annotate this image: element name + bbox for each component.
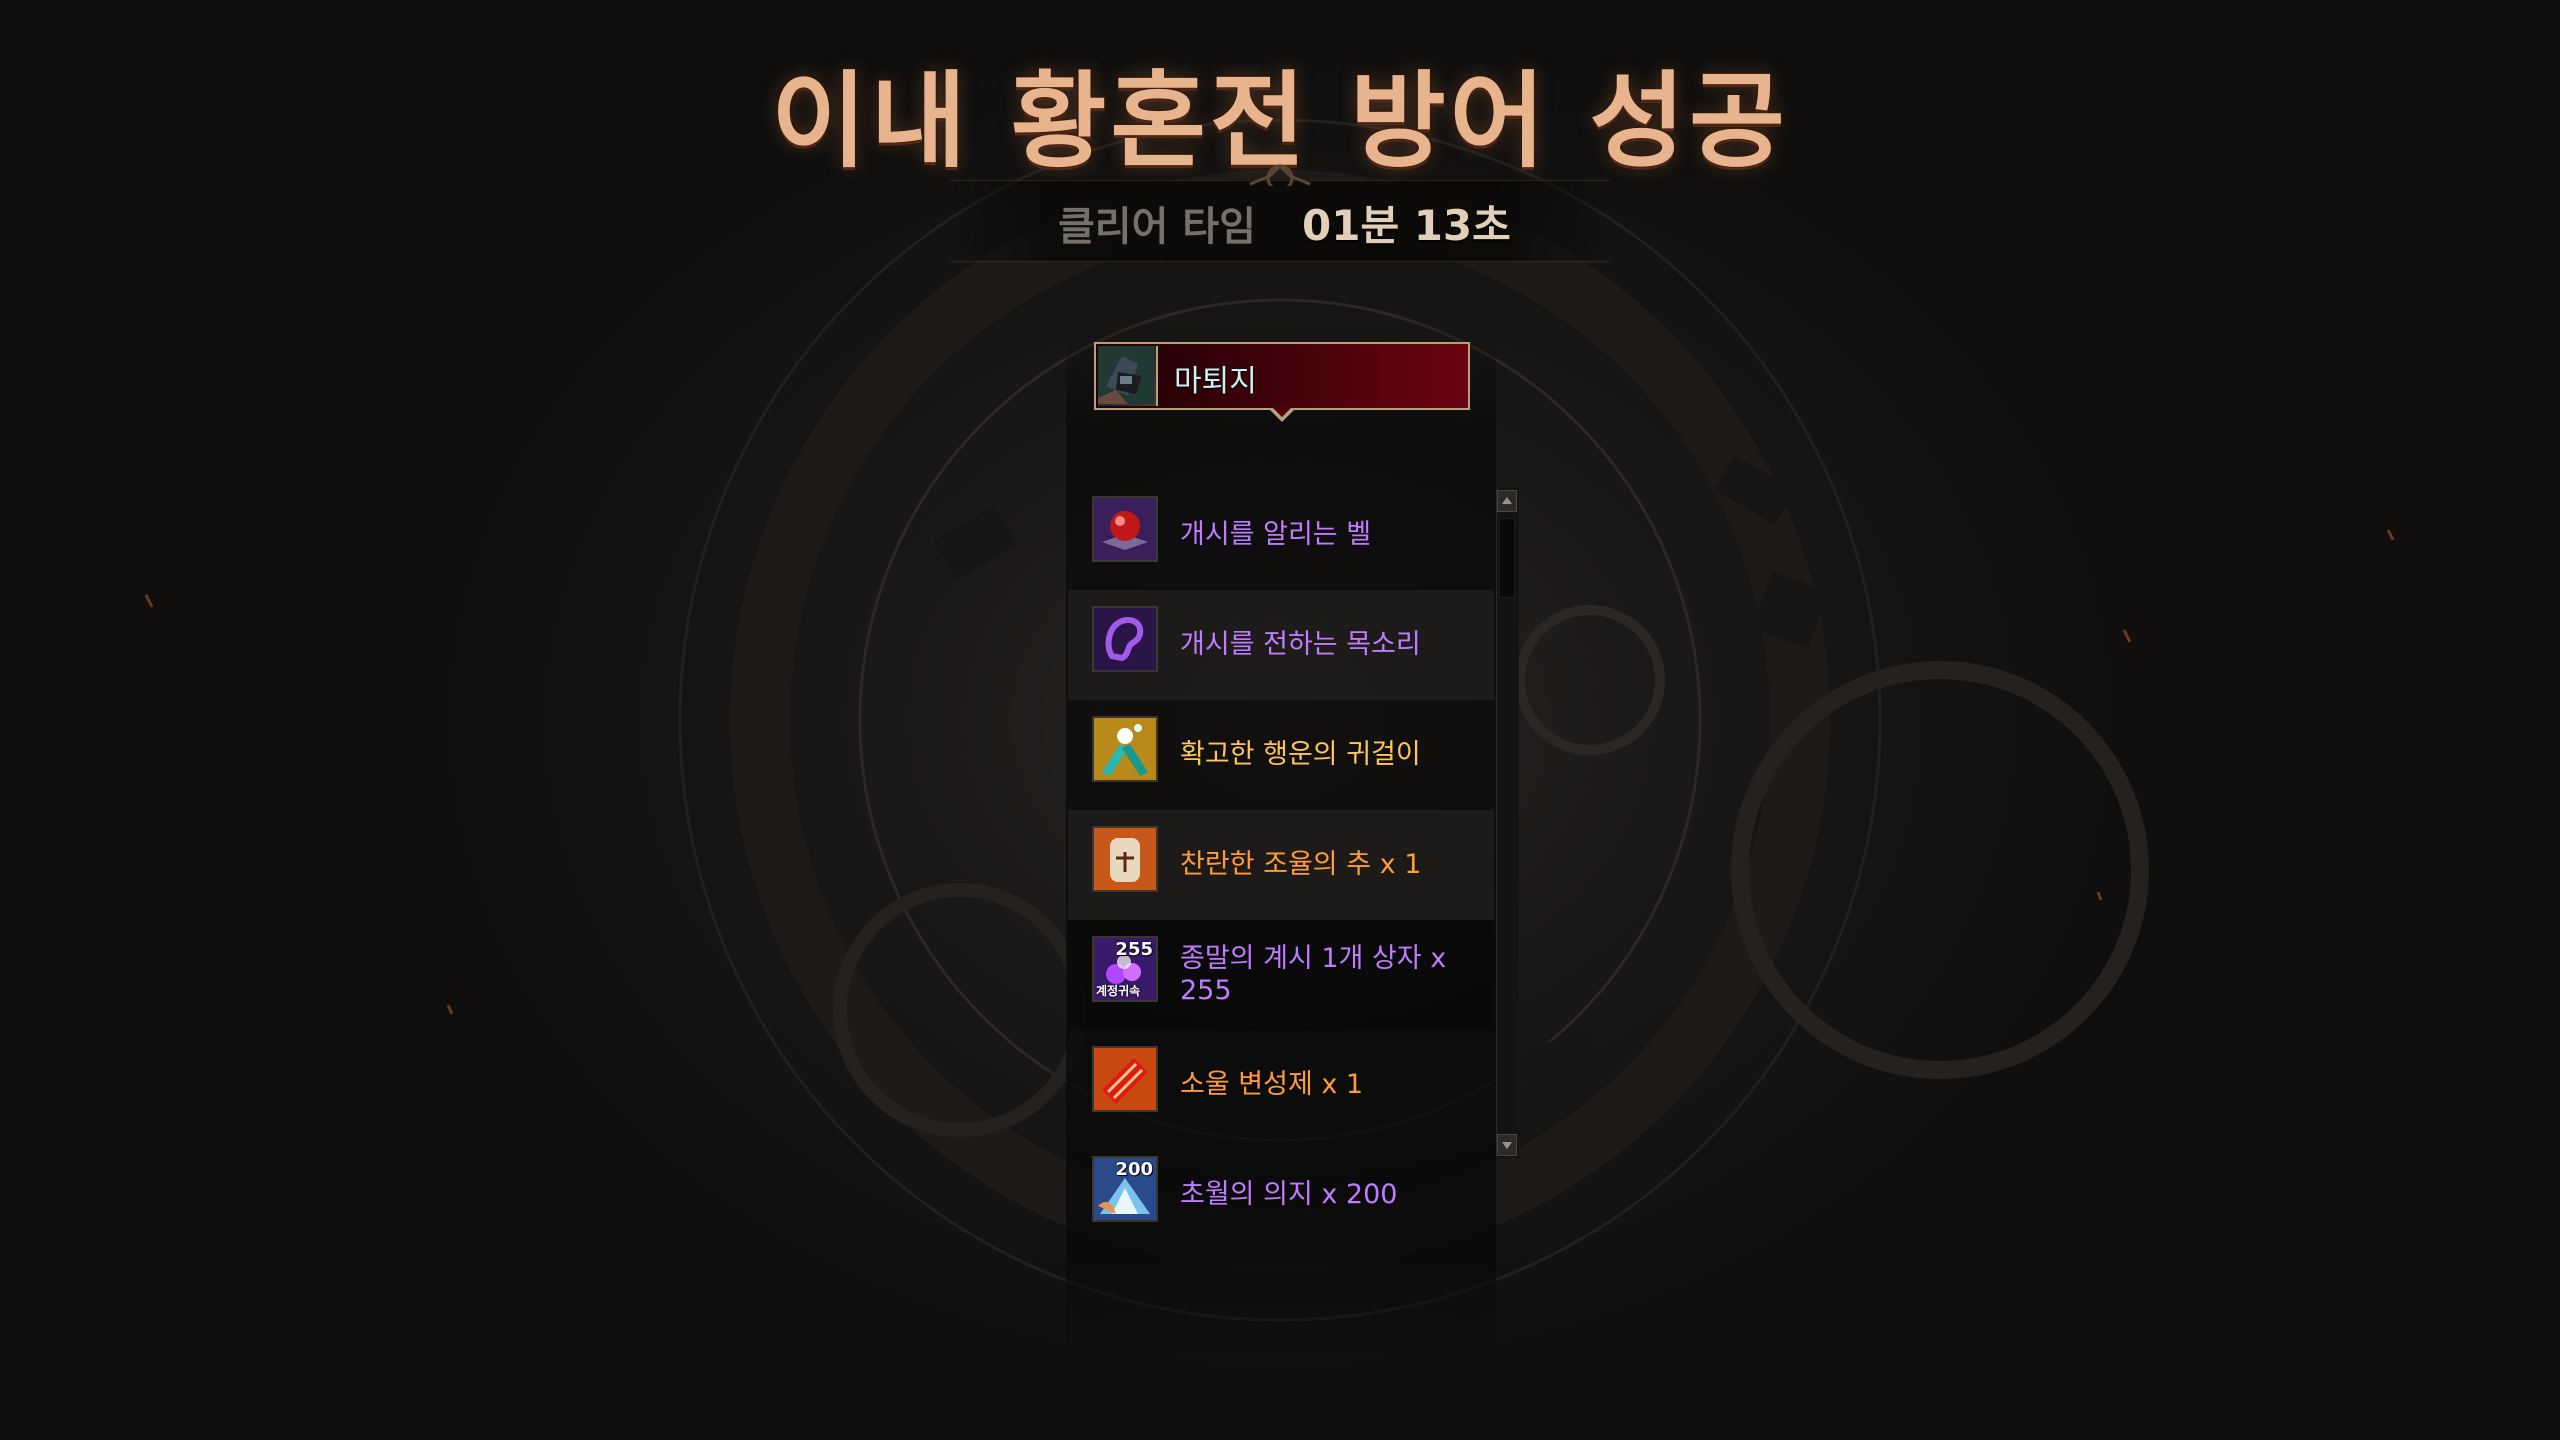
result-screen: 이내 황혼전 방어 성공 클리어 타임 01분 13초 마퇴지 개시를 알리는 … <box>0 0 2560 1440</box>
fly-earring-icon <box>1092 716 1158 782</box>
item-count-badge: 255 <box>1115 939 1153 960</box>
red-scroll-icon <box>1092 1046 1158 1112</box>
list-item[interactable]: 찬란한 조율의 추 x 1 <box>1068 810 1494 920</box>
ornament-icon <box>1249 163 1311 186</box>
blue-light-icon: 200 <box>1092 1156 1158 1222</box>
reward-label: 종말의 계시 1개 상자 x 255 <box>1180 943 1447 1006</box>
reward-label: 개시를 알리는 벨 <box>1180 519 1372 550</box>
reward-label: 소울 변성제 x 1 <box>1180 1069 1364 1100</box>
player-portrait-icon <box>1098 346 1158 406</box>
player-name: 마퇴지 <box>1174 364 1257 399</box>
clear-time-value: 01분 13초 <box>1302 201 1511 250</box>
reward-list[interactable]: 개시를 알리는 벨 개시를 전하는 목소리 확고한 행운의 귀걸이 찬란한 조율… <box>1068 480 1494 1240</box>
list-item[interactable]: 255 계정귀속 종말의 계시 1개 상자 x 255 <box>1068 920 1494 1030</box>
reward-label: 초월의 의지 x 200 <box>1180 1179 1398 1210</box>
red-orb-bell-icon <box>1092 496 1158 562</box>
item-count-badge: 200 <box>1115 1159 1153 1180</box>
reward-label: 찬란한 조율의 추 x 1 <box>1180 849 1422 880</box>
reward-label: 확고한 행운의 귀걸이 <box>1180 739 1421 770</box>
purple-gem-box-icon: 255 계정귀속 <box>1092 936 1158 1002</box>
purple-ear-voice-icon <box>1092 606 1158 672</box>
scroll-up-button[interactable] <box>1497 490 1517 512</box>
clear-time-label: 클리어 타임 <box>1058 204 1256 250</box>
clear-time-banner <box>950 180 1610 262</box>
account-bound-tag: 계정귀속 <box>1096 984 1141 998</box>
list-item[interactable]: 확고한 행운의 귀걸이 <box>1068 700 1494 810</box>
list-item[interactable]: 소울 변성제 x 1 <box>1068 1030 1494 1140</box>
scale-jar-icon <box>1092 826 1158 892</box>
scroll-thumb[interactable] <box>1499 518 1515 598</box>
reward-label: 개시를 전하는 목소리 <box>1180 629 1421 660</box>
list-item[interactable]: 200 초월의 의지 x 200 <box>1068 1140 1494 1250</box>
list-item[interactable]: 개시를 알리는 벨 <box>1068 480 1494 590</box>
scroll-down-button[interactable] <box>1497 1134 1517 1156</box>
list-item[interactable]: 개시를 전하는 목소리 <box>1068 590 1494 700</box>
